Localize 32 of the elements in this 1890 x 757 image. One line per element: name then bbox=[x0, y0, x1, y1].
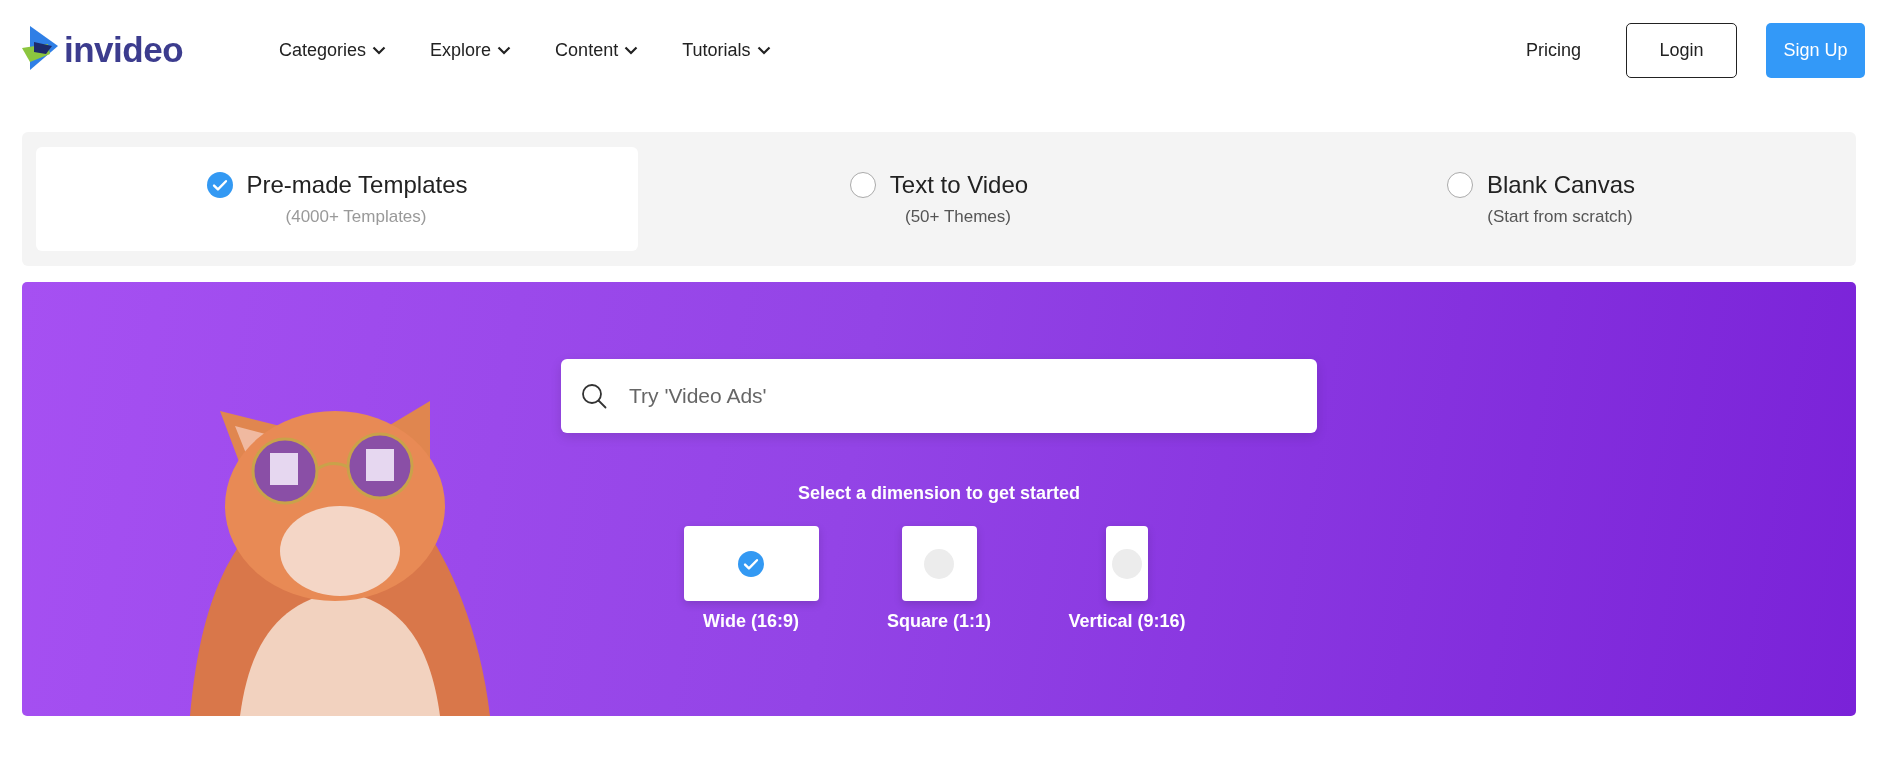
mode-tab[interactable]: Blank Canvas (Start from scratch) bbox=[1240, 147, 1842, 251]
mode-tab[interactable]: Text to Video (50+ Themes) bbox=[638, 147, 1240, 251]
pricing-link[interactable]: Pricing bbox=[1525, 39, 1581, 61]
login-button[interactable]: Login bbox=[1626, 22, 1737, 78]
checked-circle-icon bbox=[738, 550, 764, 577]
mode-title: Text to Video bbox=[889, 171, 1029, 199]
radio-circle-icon bbox=[1446, 172, 1473, 198]
chevron-down-icon bbox=[756, 45, 771, 55]
checked-circle-icon bbox=[206, 172, 233, 198]
chevron-down-icon bbox=[372, 45, 387, 55]
search-icon bbox=[581, 383, 607, 409]
mode-subtitle: (50+ Themes) bbox=[905, 207, 1011, 227]
mode-subtitle: (Start from scratch) bbox=[1487, 207, 1633, 227]
nav-menu-link[interactable]: Content bbox=[555, 39, 639, 61]
nav-menu-link[interactable]: Tutorials bbox=[682, 39, 771, 61]
chevron-down-icon bbox=[624, 45, 639, 55]
nav-menu-link[interactable]: Explore bbox=[430, 39, 512, 61]
dimension-label: Square (1:1) bbox=[887, 611, 991, 632]
logo-text: invideo bbox=[64, 30, 184, 70]
mode-subtitle: (4000+ Templates) bbox=[285, 207, 427, 227]
radio-circle-icon bbox=[849, 172, 876, 198]
dimension-label: Wide (16:9) bbox=[703, 611, 799, 632]
mode-title: Pre-made Templates bbox=[246, 171, 468, 199]
dimension-prompt: Select a dimension to get started bbox=[797, 483, 1081, 504]
search-field[interactable]: Try 'Video Ads' bbox=[561, 359, 1317, 433]
dimension-option-card[interactable] bbox=[683, 526, 819, 601]
mode-tab[interactable]: Pre-made Templates (4000+ Templates) bbox=[36, 147, 638, 251]
dimension-label: Vertical (9:16) bbox=[1068, 611, 1186, 632]
chevron-down-icon bbox=[497, 45, 512, 55]
mode-title: Blank Canvas bbox=[1486, 171, 1636, 199]
logo[interactable]: invideo bbox=[22, 26, 184, 74]
nav-menu-link[interactable]: Categories bbox=[279, 39, 387, 61]
